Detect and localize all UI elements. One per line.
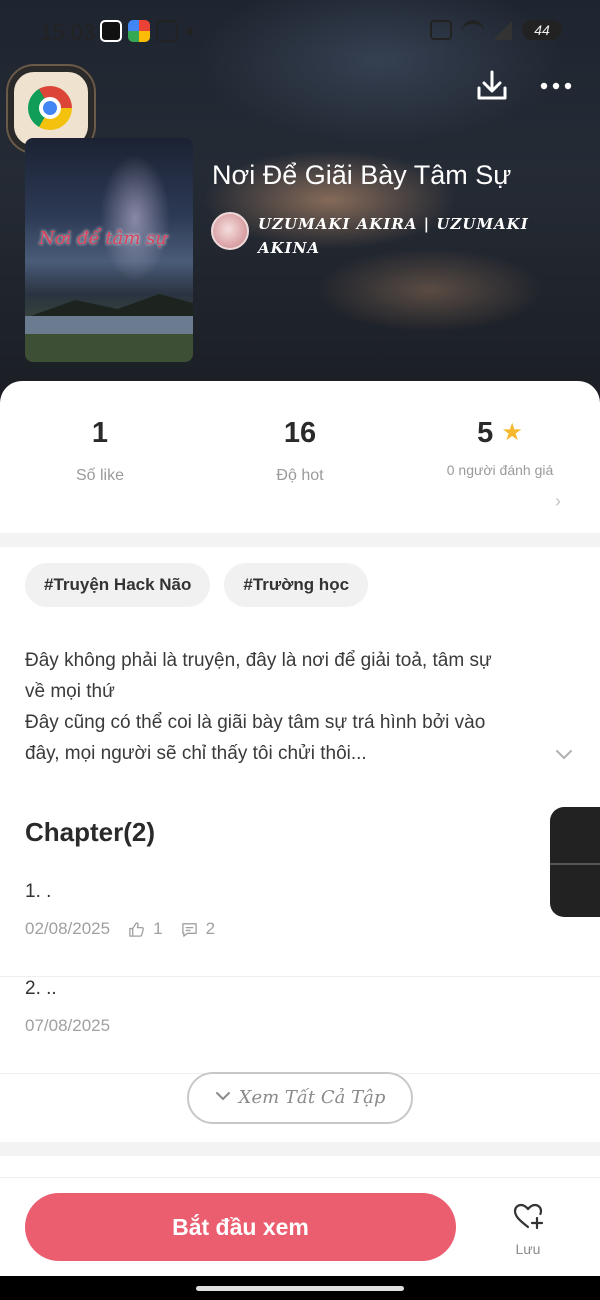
start-reading-button[interactable]: Bắt đầu xem	[25, 1193, 456, 1261]
see-all-label: Xem Tất Cả Tập	[238, 1087, 386, 1108]
chrome-icon	[28, 86, 72, 130]
status-bar: 15:03 44	[0, 0, 600, 64]
more-notifications-dot-icon	[186, 28, 193, 35]
story-description: Đây không phải là truyện, đây là nơi để …	[25, 645, 555, 769]
divider	[0, 533, 600, 547]
chapter-comment-count: 2	[205, 919, 216, 938]
download-button[interactable]	[472, 66, 512, 106]
download-icon	[477, 70, 507, 100]
save-button[interactable]: Lưu	[506, 1200, 550, 1257]
chapter-meta: 07/08/2025	[25, 1016, 110, 1036]
chapter-title: 1. .	[25, 881, 52, 902]
wifi-icon	[462, 20, 484, 40]
story-title: Nơi Để Giãi Bày Tâm Sự	[212, 160, 512, 190]
tag-list: #Truyện Hack Não #Trường học	[25, 563, 369, 607]
chapter-comments: 2	[181, 919, 215, 939]
expand-description-icon[interactable]	[553, 743, 575, 765]
description-line: về mọi thứ	[25, 681, 115, 702]
notification-icons	[100, 20, 178, 42]
chevron-down-icon	[215, 1092, 230, 1101]
rating-label: 0 người đánh giá	[446, 462, 554, 478]
mute-icon	[430, 20, 452, 40]
chapter-title: 2. ..	[25, 978, 57, 999]
stat-rating[interactable]: 5 ★ 0 người đánh giá	[400, 411, 600, 480]
description-line: Đây không phải là truyện, đây là nơi để …	[25, 650, 492, 671]
comment-icon	[181, 922, 197, 937]
star-icon: ★	[501, 419, 523, 446]
story-cover[interactable]: Nơi để tâm sự	[25, 138, 193, 362]
description-line: Đây cũng có thể coi là giãi bày tâm sự t…	[25, 712, 486, 733]
battery-icon: 44	[522, 20, 562, 40]
chapter-heading: Chapter(2)	[25, 817, 156, 847]
heart-plus-icon	[513, 1203, 544, 1230]
tag-chip[interactable]: #Trường học	[224, 563, 369, 607]
cover-lake	[25, 316, 193, 336]
instagram-icon	[156, 20, 178, 42]
story-header: 15:03 44 Nơi để tâm sự Nơi Để Giãi Bày T…	[0, 0, 600, 420]
thumbs-up-icon	[129, 921, 145, 937]
hot-label: Độ hot	[276, 467, 324, 484]
chapter-meta: 02/08/2025 1 2	[25, 919, 215, 939]
save-label: Lưu	[515, 1241, 541, 1257]
cover-mountain	[25, 294, 193, 318]
author-name[interactable]: UZUMAKI AKIRA | UZUMAKI AKINA	[258, 212, 578, 260]
chapter-row[interactable]: 1. . 02/08/2025 1 2	[0, 881, 600, 977]
see-all-chapters-button[interactable]: Xem Tất Cả Tập	[187, 1072, 413, 1124]
stat-likes: 1 Số like	[0, 411, 200, 485]
chapter-row[interactable]: 2. .. 07/08/2025	[0, 978, 600, 1074]
chapter-likes: 1	[128, 919, 163, 939]
hot-count: 16	[283, 417, 317, 449]
chapter-like-count: 1	[153, 919, 163, 938]
status-time: 15:03	[40, 20, 96, 45]
more-icon	[540, 82, 572, 90]
stat-hot: 16 Độ hot	[200, 411, 400, 485]
cover-title-art: Nơi để tâm sự	[39, 228, 167, 249]
system-status: 44	[430, 20, 562, 40]
system-nav-bar	[0, 1276, 600, 1300]
chapter-date: 02/08/2025	[25, 919, 111, 938]
more-options-button[interactable]	[536, 66, 576, 106]
chapter-date: 07/08/2025	[25, 1016, 111, 1035]
edge-panel-handle[interactable]	[550, 807, 600, 917]
stats-row: 1 Số like 16 Độ hot 5 ★ 0 người đánh giá	[0, 411, 600, 521]
rating-value-row: 5 ★	[400, 411, 600, 455]
description-line: đây, mọi người sẽ chỉ thấy tôi chửi thôi…	[25, 743, 367, 764]
signal-icon	[494, 20, 512, 40]
tiktok-icon	[100, 20, 122, 42]
story-details: 1 Số like 16 Độ hot 5 ★ 0 người đánh giá…	[0, 381, 600, 1300]
rating-value: 5	[477, 417, 494, 449]
chevron-right-icon[interactable]: ›	[555, 491, 561, 512]
tag-chip[interactable]: #Truyện Hack Não	[25, 563, 211, 607]
cover-grass	[25, 334, 193, 362]
photos-icon	[128, 20, 150, 42]
author-avatar[interactable]	[211, 212, 249, 250]
home-indicator[interactable]	[196, 1286, 404, 1291]
likes-label: Số like	[75, 467, 125, 484]
divider	[0, 1142, 600, 1156]
likes-count: 1	[91, 417, 109, 449]
